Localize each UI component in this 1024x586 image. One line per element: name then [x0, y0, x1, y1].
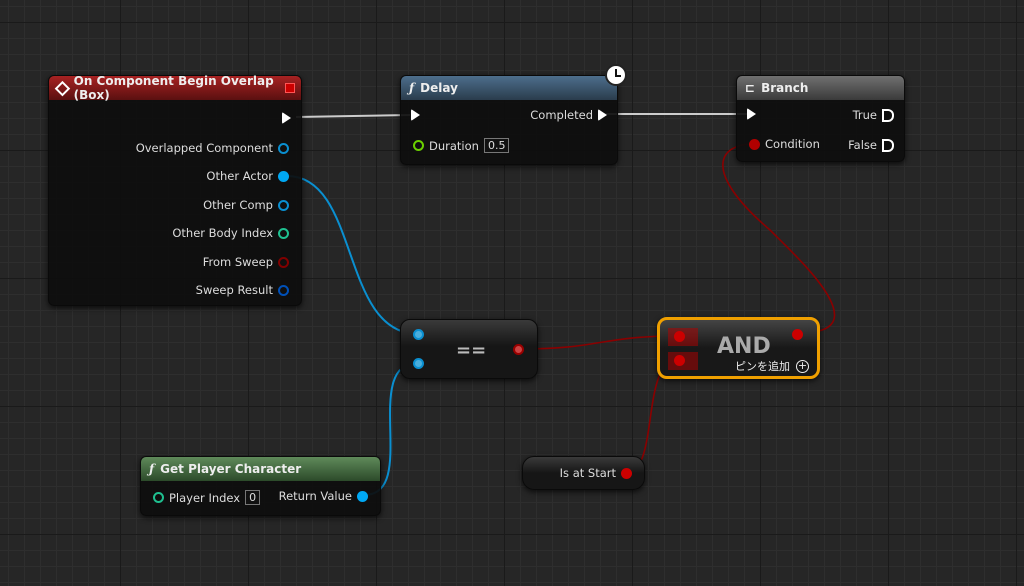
pin-sweep-result[interactable]: Sweep Result	[196, 283, 289, 297]
completed-pin[interactable]: Completed	[530, 108, 607, 122]
pin-label: Return Value	[278, 489, 352, 503]
get-player-character-node[interactable]: ƒ Get Player Character Player Index 0 Ret…	[140, 456, 381, 516]
exec-out-pin[interactable]	[282, 112, 291, 124]
struct-pin-icon	[278, 284, 289, 296]
event-diamond-icon	[54, 80, 70, 96]
add-pin-button[interactable]: ピンを追加 +	[735, 358, 809, 374]
int-pin-icon	[153, 492, 164, 503]
output-pin[interactable]	[792, 329, 803, 340]
exec-in-pin[interactable]	[411, 109, 420, 121]
pin-label: Player Index	[169, 490, 241, 505]
pin-label: True	[852, 108, 877, 122]
pin-label: Overlapped Component	[135, 141, 273, 155]
is-at-start-node[interactable]: Is at Start	[522, 456, 645, 490]
pin-other-comp[interactable]: Other Comp	[203, 198, 289, 212]
float-pin-icon	[413, 140, 424, 151]
return-value-pin[interactable]: Return Value	[279, 489, 368, 503]
function-icon: ƒ	[409, 81, 415, 95]
get-player-character-header: ƒ Get Player Character	[141, 457, 380, 481]
add-pin-label: ピンを追加	[735, 360, 790, 373]
input-b-pin[interactable]	[668, 352, 698, 370]
wire-other-actor	[286, 175, 419, 335]
event-node-begin-overlap[interactable]: On Component Begin Overlap (Box) Overlap…	[48, 74, 302, 306]
event-node-title: On Component Begin Overlap (Box)	[73, 74, 274, 102]
wire-equal-and	[521, 335, 679, 350]
node-title: Get Player Character	[160, 462, 302, 476]
and-label: AND	[717, 334, 771, 359]
pin-label: Other Body Index	[172, 226, 273, 240]
function-icon: ƒ	[149, 462, 155, 476]
pin-label: From Sweep	[202, 255, 273, 269]
equal-label: ==	[456, 340, 487, 361]
pin-from-sweep[interactable]: From Sweep	[203, 255, 289, 269]
bool-pin-icon	[278, 256, 289, 268]
equal-node[interactable]: ==	[400, 319, 538, 379]
bool-pin-icon	[621, 467, 632, 479]
int-pin-icon	[278, 227, 289, 239]
pin-label: Other Actor	[206, 169, 273, 183]
output-pin[interactable]	[513, 344, 524, 355]
pin-other-actor[interactable]: Other Actor	[206, 169, 289, 183]
player-index-input[interactable]: 0	[245, 490, 261, 505]
branch-node-header: ⊏ Branch	[737, 76, 904, 100]
object-pin-icon	[357, 490, 368, 502]
true-pin[interactable]: True	[853, 108, 894, 122]
and-node[interactable]: AND ピンを追加 +	[657, 317, 820, 379]
pin-label: Condition	[765, 137, 820, 151]
object-pin-icon	[278, 170, 289, 182]
pin-label: False	[848, 138, 877, 152]
object-pin-icon	[278, 199, 289, 211]
pin-label: Completed	[530, 108, 593, 122]
object-pin-icon	[278, 142, 289, 154]
duration-pin[interactable]: Duration 0.5	[413, 138, 510, 153]
delay-node-header: ƒ Delay	[401, 76, 617, 100]
input-a-pin[interactable]	[668, 328, 698, 346]
player-index-pin[interactable]: Player Index 0	[153, 490, 261, 505]
duration-input[interactable]: 0.5	[483, 138, 510, 153]
false-pin[interactable]: False	[848, 138, 894, 152]
bool-pin-icon	[749, 138, 760, 150]
exec-in-pin[interactable]	[747, 108, 756, 120]
is-at-start-pin[interactable]: Is at Start	[560, 466, 632, 480]
clock-icon	[605, 64, 627, 86]
pin-label: Duration	[429, 138, 479, 153]
input-a-pin[interactable]	[413, 329, 424, 340]
wire-and-condition	[722, 143, 836, 334]
exec-wire-event-delay	[295, 114, 411, 118]
pin-overlapped-component[interactable]: Overlapped Component	[136, 141, 289, 155]
variable-label: Is at Start	[559, 466, 616, 480]
pin-label: Sweep Result	[195, 283, 273, 297]
pin-other-body-index[interactable]: Other Body Index	[172, 226, 289, 240]
delay-node[interactable]: ƒ Delay Completed Duration 0.5	[400, 64, 627, 165]
branch-node[interactable]: ⊏ Branch True Condition False	[736, 75, 905, 162]
condition-pin[interactable]: Condition	[749, 137, 820, 151]
plus-circle-icon: +	[796, 358, 809, 373]
delegate-pin-icon[interactable]	[285, 83, 295, 93]
delay-node-title: Delay	[420, 81, 458, 95]
branch-icon: ⊏	[745, 81, 756, 95]
branch-node-title: Branch	[761, 81, 809, 95]
event-node-header: On Component Begin Overlap (Box)	[49, 74, 301, 102]
pin-label: Other Comp	[203, 198, 273, 212]
input-b-pin[interactable]	[413, 358, 424, 369]
